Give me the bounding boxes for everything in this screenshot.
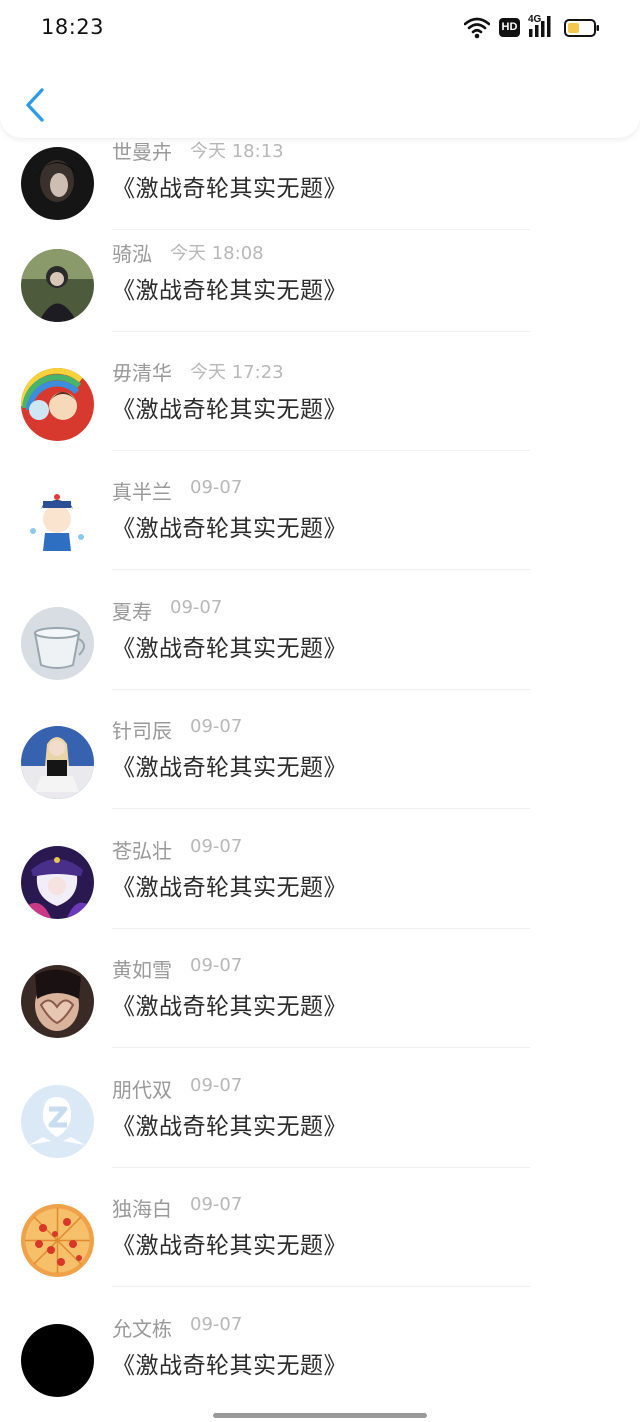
comment-list[interactable]: 世曼卉 今天 18:13 《激战奇轮其实无题》 骑泓 今天 18:08 《激战奇… bbox=[0, 0, 640, 1422]
comment-time: 09-07 bbox=[190, 836, 243, 857]
comment-text: 《激战奇轮其实无题》 bbox=[112, 875, 347, 901]
commenter-name[interactable]: 朋代双 bbox=[112, 1074, 172, 1103]
top-bar: 18:23 HD 4G bbox=[0, 0, 640, 138]
comment-time: 09-07 bbox=[190, 1075, 243, 1096]
status-time: 18:23 bbox=[41, 15, 105, 39]
avatar[interactable] bbox=[21, 965, 94, 1038]
list-item[interactable]: 毋清华 今天 17:23 《激战奇轮其实无题》 bbox=[0, 331, 640, 451]
list-item[interactable]: 夏寿 09-07 《激战奇轮其实无题》 bbox=[0, 570, 640, 690]
commenter-name[interactable]: 毋清华 bbox=[112, 357, 172, 386]
commenter-name[interactable]: 黄如雪 bbox=[112, 954, 172, 983]
comment-time: 09-07 bbox=[190, 477, 243, 498]
list-item[interactable]: 苍弘壮 09-07 《激战奇轮其实无题》 bbox=[0, 809, 640, 929]
comment-time: 今天 17:23 bbox=[190, 362, 284, 383]
comment-time: 今天 18:08 bbox=[170, 243, 264, 264]
home-indicator[interactable] bbox=[213, 1413, 427, 1418]
hd-icon: HD bbox=[499, 18, 520, 37]
commenter-name[interactable]: 针司辰 bbox=[112, 715, 172, 744]
commenter-name[interactable]: 夏寿 bbox=[112, 596, 152, 625]
comment-time: 09-07 bbox=[190, 1194, 243, 1215]
comment-text: 《激战奇轮其实无题》 bbox=[112, 636, 347, 662]
comment-text: 《激战奇轮其实无题》 bbox=[112, 755, 347, 781]
commenter-name[interactable]: 允文栋 bbox=[112, 1313, 172, 1342]
avatar[interactable] bbox=[21, 147, 94, 220]
battery-icon bbox=[564, 19, 600, 41]
avatar[interactable] bbox=[21, 249, 94, 322]
commenter-name[interactable]: 世曼卉 bbox=[112, 136, 172, 165]
avatar[interactable] bbox=[21, 1204, 94, 1277]
list-item[interactable]: 针司辰 09-07 《激战奇轮其实无题》 bbox=[0, 689, 640, 809]
comment-time: 09-07 bbox=[190, 716, 243, 737]
comment-text: 《激战奇轮其实无题》 bbox=[112, 516, 347, 542]
commenter-name[interactable]: 真半兰 bbox=[112, 476, 172, 505]
comment-text: 《激战奇轮其实无题》 bbox=[112, 1233, 347, 1259]
list-item[interactable]: 允文栋 09-07 《激战奇轮其实无题》 bbox=[0, 1287, 640, 1407]
chevron-left-icon bbox=[26, 88, 44, 122]
commenter-name[interactable]: 苍弘壮 bbox=[112, 835, 172, 864]
list-item[interactable]: 朋代双 09-07 《激战奇轮其实无题》 bbox=[0, 1048, 640, 1168]
comment-time: 09-07 bbox=[190, 955, 243, 976]
avatar[interactable] bbox=[21, 726, 94, 799]
comment-time: 09-07 bbox=[170, 597, 223, 618]
comment-time: 09-07 bbox=[190, 1314, 243, 1335]
back-button[interactable] bbox=[18, 84, 58, 126]
commenter-name[interactable]: 独海白 bbox=[112, 1193, 172, 1222]
avatar[interactable] bbox=[21, 487, 94, 560]
4g-signal-icon: 4G bbox=[528, 14, 554, 39]
comment-text: 《激战奇轮其实无题》 bbox=[112, 176, 347, 202]
avatar[interactable] bbox=[21, 1324, 94, 1397]
avatar[interactable] bbox=[21, 607, 94, 680]
comment-text: 《激战奇轮其实无题》 bbox=[112, 1353, 347, 1379]
avatar[interactable] bbox=[21, 1085, 94, 1158]
wifi-icon bbox=[463, 17, 491, 43]
comment-text: 《激战奇轮其实无题》 bbox=[112, 278, 347, 304]
list-item[interactable]: 黄如雪 09-07 《激战奇轮其实无题》 bbox=[0, 928, 640, 1048]
list-item[interactable]: 真半兰 09-07 《激战奇轮其实无题》 bbox=[0, 450, 640, 570]
commenter-name[interactable]: 骑泓 bbox=[112, 238, 152, 267]
comment-text: 《激战奇轮其实无题》 bbox=[112, 1114, 347, 1140]
comment-text: 《激战奇轮其实无题》 bbox=[112, 994, 347, 1020]
avatar[interactable] bbox=[21, 846, 94, 919]
avatar[interactable] bbox=[21, 368, 94, 441]
comment-time: 今天 18:13 bbox=[190, 141, 284, 162]
comment-text: 《激战奇轮其实无题》 bbox=[112, 397, 347, 423]
list-item[interactable]: 骑泓 今天 18:08 《激战奇轮其实无题》 bbox=[0, 212, 640, 332]
list-item[interactable]: 独海白 09-07 《激战奇轮其实无题》 bbox=[0, 1167, 640, 1287]
